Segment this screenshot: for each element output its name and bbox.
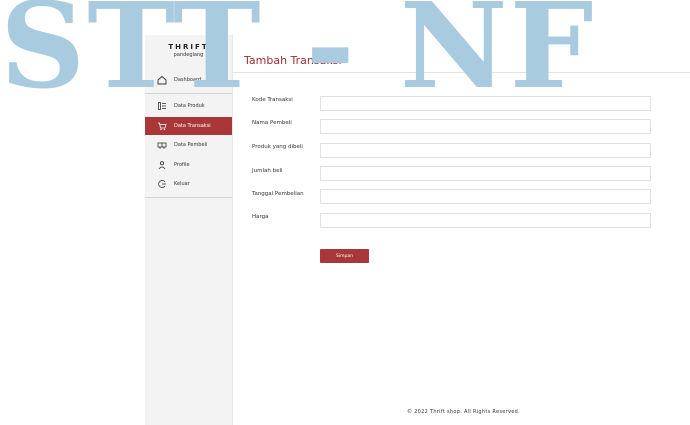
- sidebar-divider: [145, 93, 232, 94]
- field-label-jumlah-beli: Jumlah beli: [252, 168, 283, 174]
- logout-icon: [157, 179, 167, 189]
- footer-copyright: © 2022 Thrift shop. All Rights Reserved.: [407, 409, 520, 415]
- sidebar-item-data-pembeli[interactable]: Data Pembeli: [145, 136, 232, 154]
- field-label-kode-transaksi: Kode Transaksi: [252, 97, 293, 103]
- sidebar-item-label: Keluar: [174, 181, 190, 187]
- kode-transaksi-input[interactable]: [320, 96, 651, 111]
- header-divider: [232, 72, 690, 73]
- sidebar-item-label: Data Pembeli: [174, 142, 208, 148]
- field-label-produk: Produk yang dibeli: [252, 144, 303, 150]
- users-icon: [157, 140, 167, 150]
- sidebar-item-label: Data Produk: [174, 103, 205, 109]
- brand: THRIFT pandeglang: [145, 43, 232, 58]
- harga-input[interactable]: [320, 213, 651, 228]
- field-label-nama-pembeli: Nama Pembeli: [252, 120, 292, 126]
- list-icon: [157, 101, 167, 111]
- sidebar-item-dashboard[interactable]: Dashboard: [145, 71, 232, 89]
- sidebar: THRIFT pandeglang Dashboard Data Produk …: [145, 35, 233, 425]
- sidebar-item-keluar[interactable]: Keluar: [145, 175, 232, 193]
- sidebar-item-profile[interactable]: Profile: [145, 156, 232, 174]
- sidebar-item-label: Dashboard: [174, 77, 202, 83]
- brand-subtitle: pandeglang: [173, 52, 204, 58]
- sidebar-item-data-transaksi[interactable]: Data Transaksi: [145, 117, 232, 135]
- field-label-tanggal-pembelian: Tanggal Pembelian: [252, 191, 304, 197]
- produk-input[interactable]: [320, 143, 651, 158]
- jumlah-beli-input[interactable]: [320, 166, 651, 181]
- nama-pembeli-input[interactable]: [320, 119, 651, 134]
- tanggal-pembelian-input[interactable]: [320, 189, 651, 204]
- sidebar-item-label: Data Transaksi: [174, 123, 211, 129]
- page-title: Tambah Transaksi: [244, 54, 342, 67]
- sidebar-item-label: Profile: [174, 162, 190, 168]
- field-label-harga: Harga: [252, 214, 269, 220]
- sidebar-divider: [145, 197, 232, 198]
- home-icon: [157, 75, 167, 85]
- watermark: STT - NF: [0, 0, 596, 115]
- brand-title: THRIFT: [168, 43, 209, 51]
- simpan-button[interactable]: Simpan: [320, 249, 369, 263]
- cart-icon: [157, 121, 167, 131]
- sidebar-item-data-produk[interactable]: Data Produk: [145, 97, 232, 115]
- user-icon: [157, 160, 167, 170]
